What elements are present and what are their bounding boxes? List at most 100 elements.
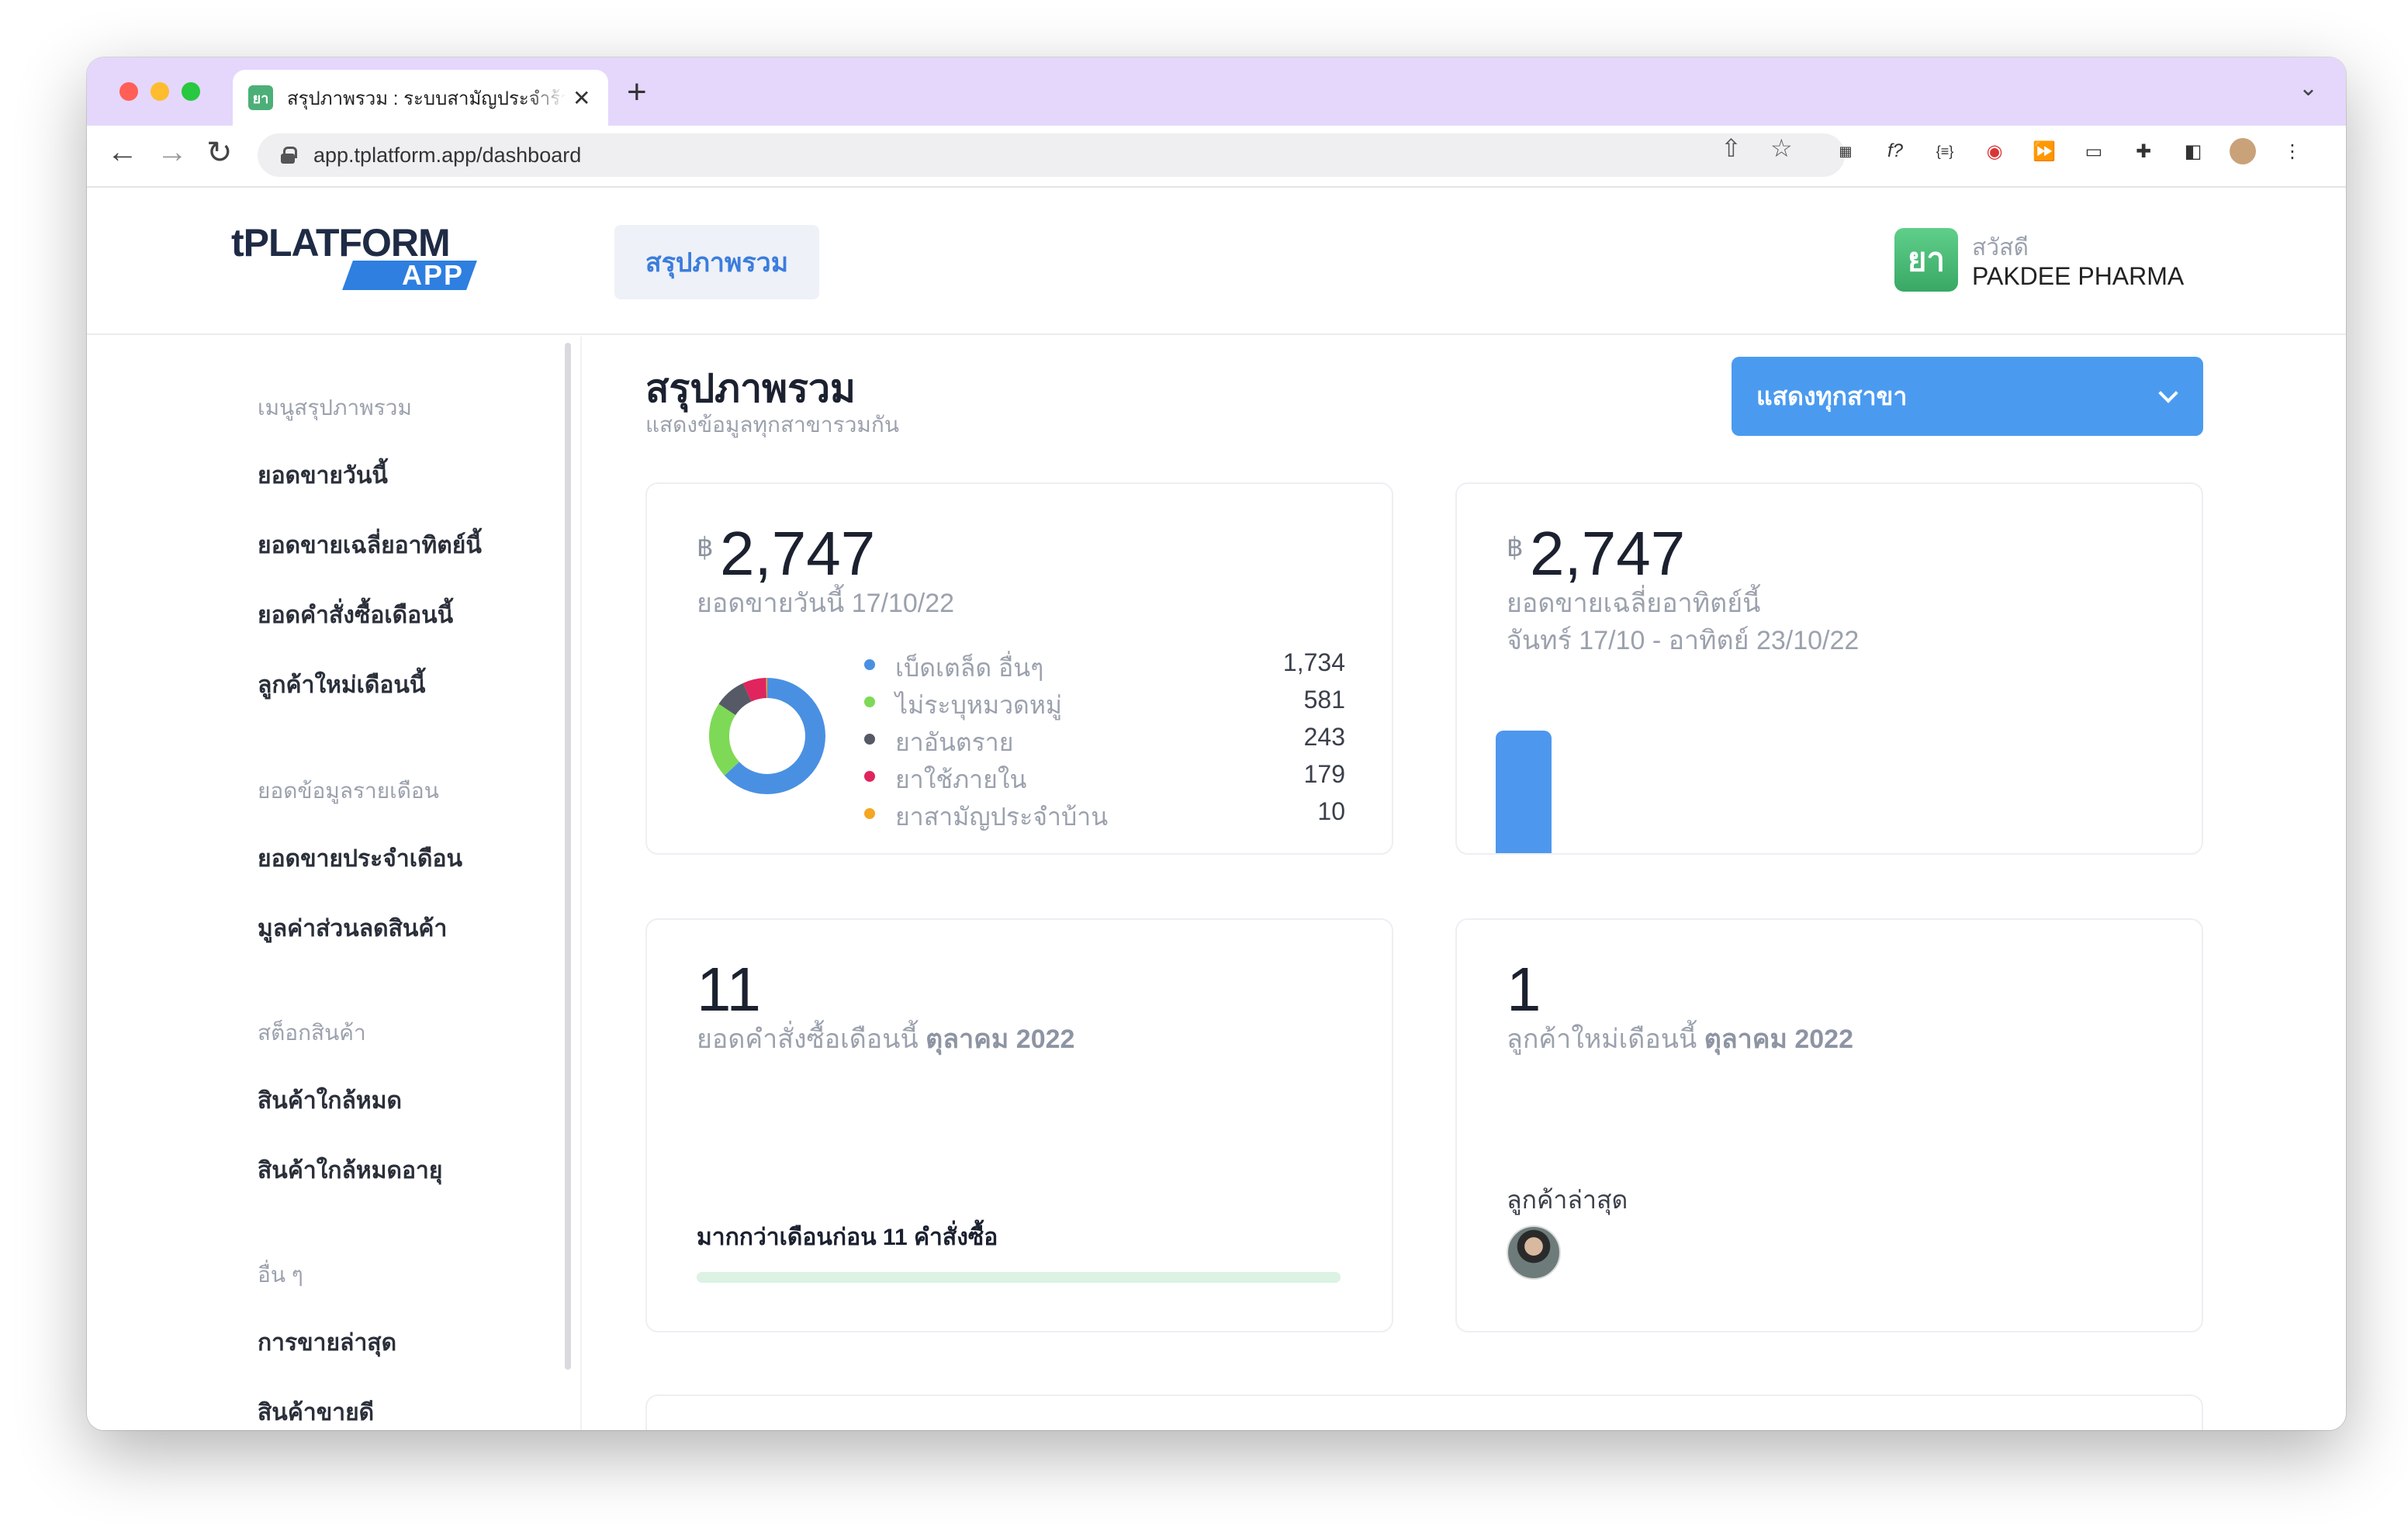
sidebar-heading-monthly: ยอดข้อมูลรายเดือน [258, 779, 439, 803]
browser-tab[interactable]: ยา สรุปภาพรวม : ระบบสามัญประจำร้าน ✕ [233, 70, 608, 126]
sidebar-item-low-stock[interactable]: สินค้าใกล้หมด [258, 1083, 402, 1119]
lock-icon [281, 147, 297, 164]
tab-favicon-icon: ยา [248, 85, 273, 110]
legend-value: 1,734 [1282, 648, 1345, 676]
tplatform-logo[interactable]: tPLATFORM APP [231, 220, 487, 298]
close-window-button[interactable] [119, 82, 138, 101]
orders-progress-bar [697, 1272, 1341, 1283]
extension-function-icon[interactable]: f? [1882, 138, 1908, 164]
legend-label: ยาใช้ภายใน [895, 766, 1027, 793]
legend-label: เบ็ดเตล็ด อื่นๆ [895, 654, 1044, 682]
new-customers-card: 1 ลูกค้าใหม่เดือนนี้ ตุลาคม 2022 ลูกค้าล… [1455, 918, 2203, 1332]
sidebar-item-recent-sales[interactable]: การขายล่าสุด [258, 1325, 396, 1361]
zoom-window-button[interactable] [182, 82, 200, 101]
side-panel-icon[interactable]: ◧ [2180, 138, 2206, 164]
legend-value: 243 [1303, 723, 1345, 751]
app-root: tPLATFORM APP สรุปภาพรวม ยา สวัสดี PAKDE… [87, 188, 2346, 1430]
sidebar-scrollbar[interactable] [565, 343, 571, 1370]
page-subtitle: แสดงข้อมูลทุกสาขารวมกัน [645, 413, 899, 437]
new-customers-label: ลูกค้าใหม่เดือนนี้ ตุลาคม 2022 [1507, 1018, 1853, 1059]
legend-dot-icon [864, 771, 875, 782]
sidebar-divider [580, 337, 582, 1430]
currency-symbol: ฿ [1507, 533, 1524, 562]
legend-dot-icon [864, 808, 875, 819]
browser-toolbar: ← → ↻ app.tplatform.app/dashboard ⇧ ☆ ▦ … [87, 126, 2346, 188]
category-donut-chart [709, 678, 825, 794]
legend-row: ไม่ระบุหมวดหมู่ 581 [864, 686, 1345, 719]
sidebar-item-monthly-sales[interactable]: ยอดขายประจำเดือน [258, 841, 462, 877]
legend-value: 581 [1303, 686, 1345, 714]
extension-new-icon[interactable]: ▦ [1832, 138, 1859, 164]
forward-arrow-icon[interactable]: → [157, 135, 188, 170]
extension-record-icon[interactable]: ◉ [1981, 138, 2008, 164]
sidebar-item-new-customers[interactable]: ลูกค้าใหม่เดือนนี้ [258, 667, 425, 703]
browser-menu-icon[interactable]: ⋮ [2279, 138, 2306, 164]
legend-dot-icon [864, 734, 875, 745]
monthly-orders-label: ยอดคำสั่งซื้อเดือนนี้ ตุลาคม 2022 [697, 1018, 1074, 1059]
tab-search-chevron-icon[interactable]: ⌄ [2299, 74, 2318, 102]
monthly-orders-value: 11 [697, 955, 762, 1024]
address-bar[interactable]: app.tplatform.app/dashboard [258, 133, 1845, 177]
logo-text-bottom-box: APP [342, 259, 477, 291]
greeting-text: สวัสดี [1972, 235, 2029, 261]
tab-strip: ยา สรุปภาพรวม : ระบบสามัญประจำร้าน ✕ + ⌄ [87, 57, 2346, 126]
sidebar-heading-overview: เมนูสรุปภาพรวม [258, 396, 412, 420]
legend-row: เบ็ดเตล็ด อื่นๆ 1,734 [864, 648, 1345, 682]
minimize-window-button[interactable] [150, 82, 169, 101]
logo-text-bottom: APP [401, 259, 464, 291]
legend-dot-icon [864, 696, 875, 707]
legend-row: ยาสามัญประจำบ้าน 10 [864, 797, 1345, 831]
url-text: app.tplatform.app/dashboard [313, 143, 582, 167]
next-section-card [645, 1394, 2203, 1430]
sidebar-item-near-expiry[interactable]: สินค้าใกล้หมดอายุ [258, 1153, 442, 1189]
legend-label: ยาสามัญประจำบ้าน [895, 803, 1109, 831]
sidebar-item-discount-value[interactable]: มูลค่าส่วนลดสินค้า [258, 911, 447, 947]
store-name[interactable]: PAKDEE PHARMA [1972, 262, 2184, 291]
legend-label: ไม่ระบุหมวดหมู่ [895, 691, 1062, 719]
new-tab-button[interactable]: + [627, 73, 647, 112]
today-sales-value: 2,747 [720, 519, 876, 588]
legend-row: ยาอันตราย 243 [864, 723, 1345, 756]
tab-close-icon[interactable]: ✕ [573, 85, 590, 111]
sidebar-item-best-sellers[interactable]: สินค้าขายดี [258, 1394, 374, 1430]
extensions-puzzle-icon[interactable]: ✚ [2130, 138, 2157, 164]
extension-terminal-icon[interactable]: ▭ [2081, 138, 2107, 164]
orders-comparison-text: มากกว่าเดือนก่อน 11 คำสั่งซื้อ [697, 1225, 998, 1250]
sidebar: เมนูสรุปภาพรวม ยอดขายวันนี้ ยอดขายเฉลี่ย… [87, 337, 582, 1430]
nav-tab-overview[interactable]: สรุปภาพรวม [614, 225, 819, 299]
weekly-average-value: 2,747 [1530, 519, 1686, 588]
weekly-average-card: ฿ 2,747 ยอดขายเฉลี่ยอาทิตย์นี้ จันทร์ 17… [1455, 482, 2203, 855]
legend-value: 179 [1303, 760, 1345, 788]
sidebar-heading-stock: สต็อกสินค้า [258, 1021, 366, 1045]
store-avatar[interactable]: ยา [1894, 228, 1958, 292]
orders-progress-fill [697, 1272, 1341, 1283]
legend-dot-icon [864, 659, 875, 670]
tab-title: สรุปภาพรวม : ระบบสามัญประจำร้าน [287, 88, 566, 109]
weekly-bar[interactable] [1496, 731, 1552, 853]
sidebar-item-monthly-orders[interactable]: ยอดคำสั่งซื้อเดือนนี้ [258, 597, 453, 634]
weekly-date-range: จันทร์ 17/10 - อาทิตย์ 23/10/22 [1507, 626, 1860, 655]
branch-select-value: แสดงทุกสาขา [1756, 382, 1908, 410]
today-sales-label: ยอดขายวันนี้ 17/10/22 [697, 589, 955, 618]
extension-media-icon[interactable]: ⏩ [2031, 138, 2057, 164]
reload-icon[interactable]: ↻ [206, 135, 233, 171]
sidebar-item-today-sales[interactable]: ยอดขายวันนี้ [258, 458, 388, 494]
legend-row: ยาใช้ภายใน 179 [864, 760, 1345, 793]
sidebar-heading-others: อื่น ๆ [258, 1263, 303, 1287]
back-arrow-icon[interactable]: ← [107, 135, 138, 170]
share-icon[interactable]: ⇧ [1721, 133, 1742, 163]
legend-label: ยาอันตราย [895, 728, 1014, 756]
bookmark-star-icon[interactable]: ☆ [1770, 133, 1793, 163]
monthly-orders-label-text: ยอดคำสั่งซื้อเดือนนี้ [697, 1025, 919, 1054]
extension-json-icon[interactable]: {≡} [1932, 138, 1958, 164]
weekly-average-label: ยอดขายเฉลี่ยอาทิตย์นี้ [1507, 589, 1761, 618]
recent-customer-label: ลูกค้าล่าสุด [1507, 1186, 1628, 1214]
today-sales-card: ฿ 2,747 ยอดขายวันนี้ 17/10/22 เบ็ดเตล็ด … [645, 482, 1393, 855]
chevron-down-icon [2158, 383, 2178, 403]
sidebar-item-weekly-average[interactable]: ยอดขายเฉลี่ยอาทิตย์นี้ [258, 527, 482, 564]
recent-customer-avatar[interactable] [1507, 1225, 1561, 1280]
branch-select[interactable]: แสดงทุกสาขา [1732, 357, 2203, 436]
profile-avatar-icon[interactable] [2230, 138, 2256, 164]
new-customers-value: 1 [1507, 955, 1541, 1024]
monthly-orders-card: 11 ยอดคำสั่งซื้อเดือนนี้ ตุลาคม 2022 มาก… [645, 918, 1393, 1332]
